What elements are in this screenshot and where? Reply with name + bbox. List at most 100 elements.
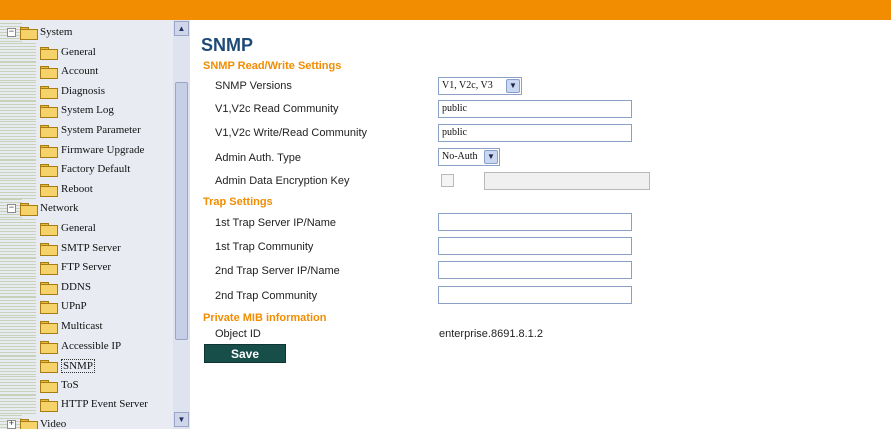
sidebar-item-http-event-server[interactable]: HTTP Event Server (0, 395, 173, 416)
sidebar-item-label: SMTP Server (61, 241, 121, 254)
top-banner (0, 0, 891, 20)
folder-icon (40, 105, 58, 119)
trap2-community-label: 2nd Trap Community (215, 290, 318, 302)
sidebar-item-account[interactable]: Account (0, 62, 173, 83)
folder-icon (40, 223, 58, 236)
sidebar-item-label: ToS (61, 378, 79, 391)
tree-guide (0, 62, 36, 83)
sidebar-item-label: Network (40, 202, 79, 215)
sidebar-item-label: Account (61, 65, 99, 78)
read-community-label: V1,V2c Read Community (215, 103, 339, 115)
read-community-input[interactable]: public (438, 100, 632, 118)
folder-icon (40, 262, 58, 276)
encryption-key-input[interactable] (484, 172, 650, 190)
trap1-server-input[interactable] (438, 213, 632, 231)
folder-icon (40, 164, 58, 178)
scroll-down-icon[interactable]: ▼ (174, 412, 189, 427)
snmp-versions-label: SNMP Versions (215, 80, 292, 92)
sidebar-item-label: System (40, 26, 73, 38)
folder-icon (40, 399, 58, 413)
snmp-versions-select[interactable]: V1, V2c, V3 ▼ (438, 77, 522, 95)
tree-guide (0, 160, 36, 181)
folder-icon (20, 27, 38, 40)
trap2-server-input[interactable] (438, 261, 632, 279)
sidebar-item-network[interactable]: − Network (0, 199, 173, 220)
sidebar: − System General Account Diagnosis System Log… (0, 20, 190, 429)
encryption-key-label: Admin Data Encryption Key (215, 175, 350, 187)
sidebar-item-system-parameter[interactable]: System Parameter (0, 121, 173, 141)
folder-icon (40, 242, 58, 256)
trap1-community-label: 1st Trap Community (215, 241, 314, 253)
sidebar-item-upnp[interactable]: UPnP (0, 297, 173, 318)
tree-guide (0, 375, 36, 396)
main-content: SNMP SNMP Read/Write Settings SNMP Versi… (191, 20, 891, 429)
snmp-versions-value: V1, V2c, V3 (442, 80, 493, 91)
chevron-down-icon: ▼ (484, 150, 498, 164)
trap2-community-input[interactable] (438, 286, 632, 304)
sidebar-item-reboot[interactable]: Reboot (0, 179, 173, 200)
sidebar-item-system[interactable]: − System (0, 23, 173, 43)
sidebar-item-accessible-ip[interactable]: Accessible IP (0, 336, 173, 357)
folder-icon (40, 46, 58, 60)
sidebar-item-label: General (61, 222, 96, 234)
sidebar-item-factory-default[interactable]: Factory Default (0, 160, 173, 181)
tree-guide (0, 101, 36, 122)
folder-icon (40, 301, 58, 315)
sidebar-item-firmware-upgrade[interactable]: Firmware Upgrade (0, 140, 173, 161)
tree-guide (0, 297, 36, 318)
expand-icon[interactable]: + (7, 420, 16, 429)
sidebar-item-general[interactable]: General (0, 42, 173, 63)
trap1-community-input[interactable] (438, 237, 632, 255)
page-title: SNMP (201, 35, 254, 55)
tree-guide (0, 277, 36, 298)
sidebar-item-multicast[interactable]: Multicast (0, 317, 173, 337)
tree-guide (0, 356, 36, 377)
collapse-icon[interactable]: − (7, 204, 16, 214)
folder-icon (40, 281, 58, 295)
sidebar-item-label: SNMP (61, 359, 95, 374)
encryption-checkbox[interactable] (441, 174, 454, 187)
folder-icon (40, 321, 58, 334)
collapse-icon[interactable]: − (7, 28, 16, 37)
sidebar-item-label: System Parameter (61, 124, 141, 136)
chevron-down-icon: ▼ (506, 79, 520, 93)
sidebar-item-label: Video (40, 418, 67, 429)
write-community-input[interactable]: public (438, 124, 632, 142)
sidebar-item-label: Accessible IP (61, 339, 122, 352)
folder-icon (40, 85, 58, 99)
scroll-up-icon[interactable]: ▲ (174, 21, 189, 36)
sidebar-item-general[interactable]: General (0, 219, 173, 239)
sidebar-item-label: Multicast (61, 320, 103, 332)
sidebar-scrollbar[interactable]: ▲ ▼ (173, 20, 190, 429)
tree-guide (0, 317, 36, 337)
folder-icon (40, 66, 58, 80)
sidebar-item-tos[interactable]: ToS (0, 375, 173, 396)
sidebar-item-snmp[interactable]: SNMP (0, 356, 173, 377)
sidebar-item-diagnosis[interactable]: Diagnosis (0, 81, 173, 102)
folder-icon (40, 183, 58, 197)
folder-icon (40, 340, 58, 354)
folder-icon (40, 144, 58, 158)
sidebar-item-video[interactable]: + Video (0, 415, 173, 429)
auth-type-select[interactable]: No-Auth ▼ (438, 148, 500, 166)
save-button[interactable]: Save (204, 344, 286, 363)
folder-icon (20, 203, 38, 217)
tree-guide (0, 336, 36, 357)
sidebar-item-ftp-server[interactable]: FTP Server (0, 258, 173, 279)
sidebar-item-label: DDNS (61, 280, 91, 293)
scrollbar-thumb[interactable] (175, 82, 188, 340)
trap-settings-heading: Trap Settings (203, 196, 273, 208)
tree-guide (0, 258, 36, 279)
sidebar-item-smtp-server[interactable]: SMTP Server (0, 238, 173, 259)
object-id-label: Object ID (215, 328, 261, 340)
write-community-label: V1,V2c Write/Read Community (215, 127, 368, 139)
trap1-server-label: 1st Trap Server IP/Name (215, 217, 337, 229)
folder-icon (40, 379, 58, 393)
tree-guide (0, 121, 36, 141)
folder-icon (40, 360, 58, 374)
sidebar-item-label: System Log (61, 104, 114, 117)
sidebar-item-ddns[interactable]: DDNS (0, 277, 173, 298)
sidebar-item-label: Reboot (61, 182, 93, 195)
sidebar-item-label: General (61, 45, 96, 58)
sidebar-item-system-log[interactable]: System Log (0, 101, 173, 122)
